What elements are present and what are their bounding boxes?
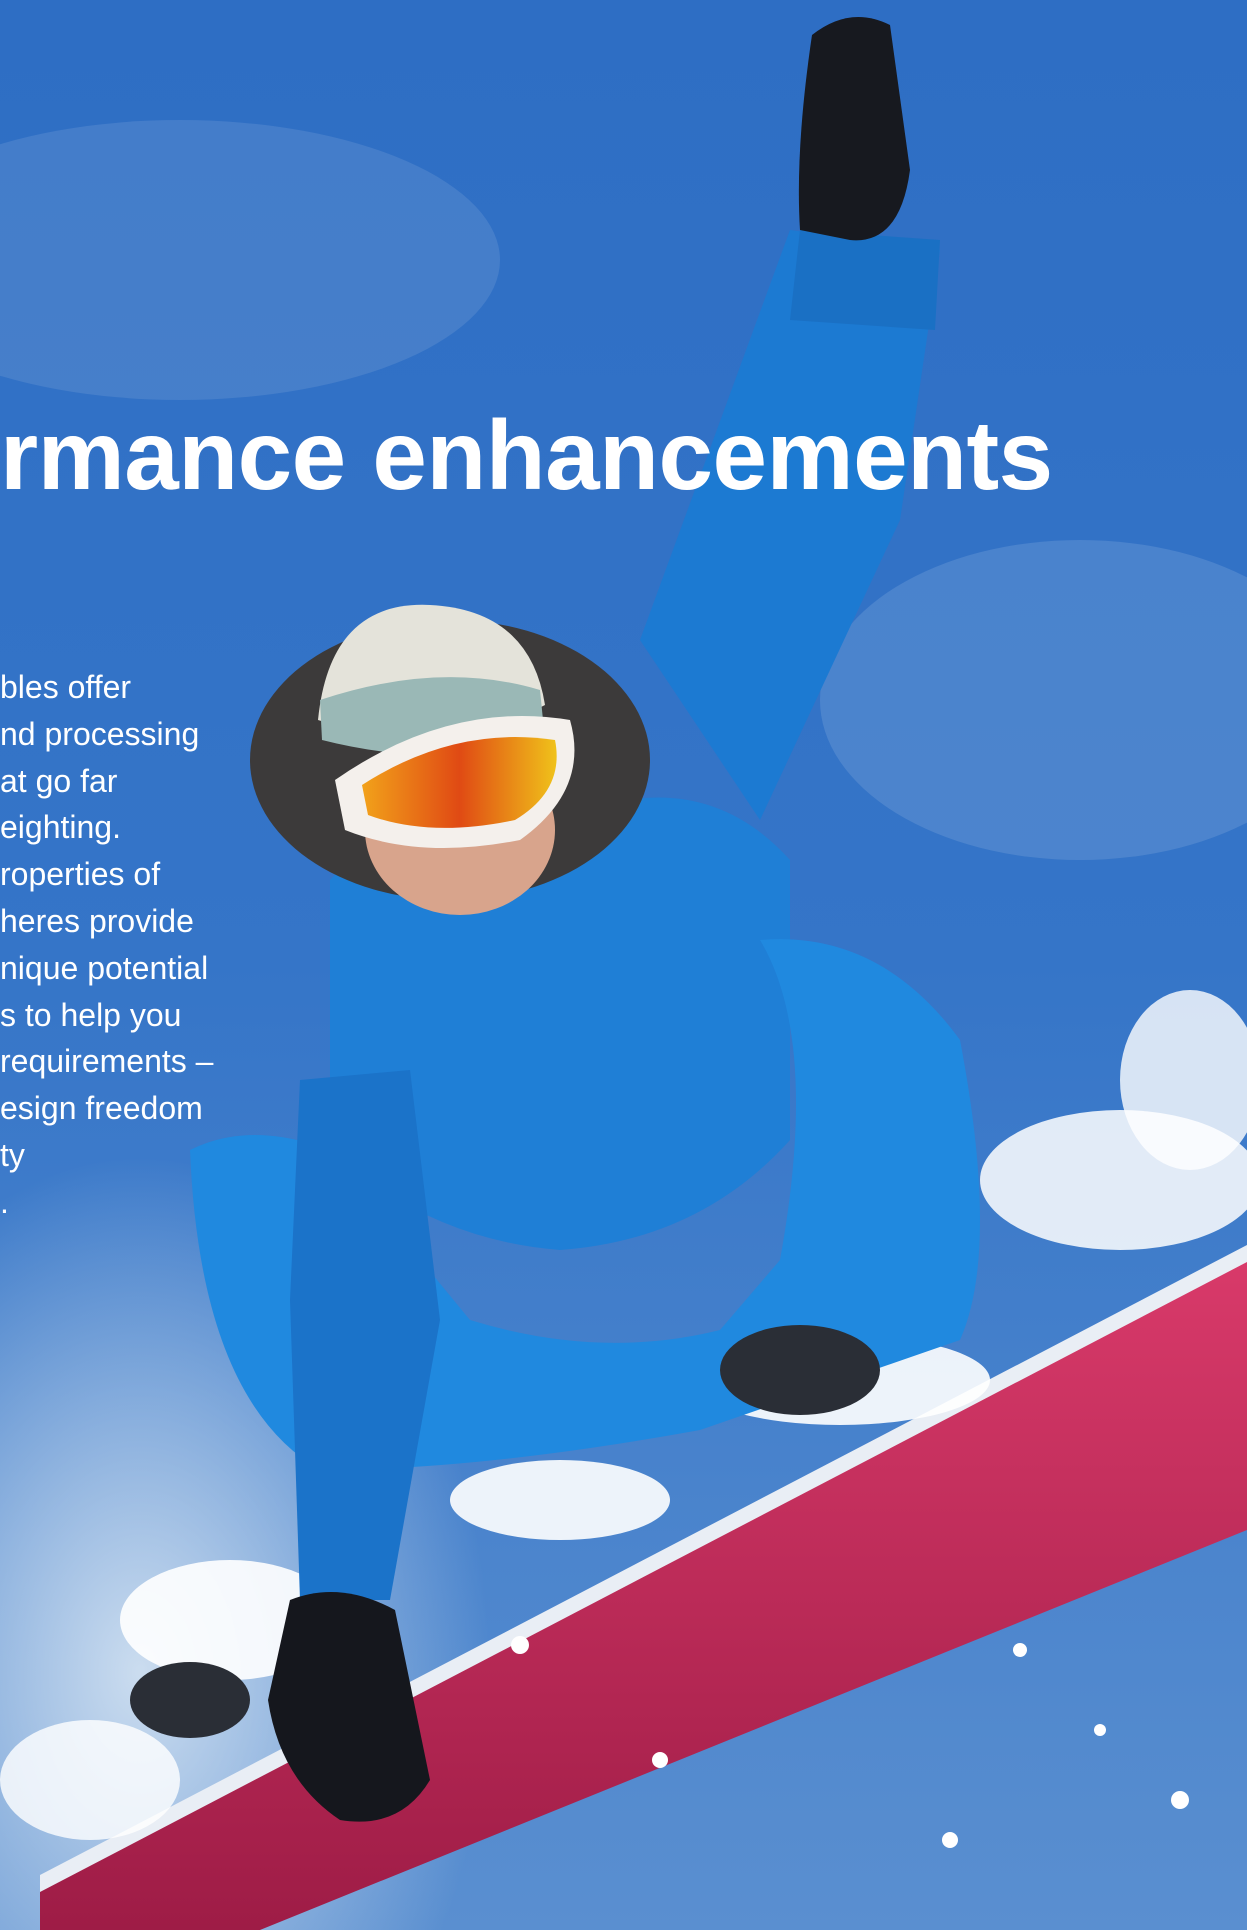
body-line: heres provide [0,902,194,939]
body-line: esign freedom [0,1090,203,1127]
body-line: nd processing [0,715,200,752]
body-line: nique potential [0,949,209,986]
body-line: bles offer [0,669,132,705]
body-paragraph: bles offer nd processing at go far eight… [0,664,213,1226]
raised-glove [798,17,910,241]
boot [720,1325,880,1415]
raised-arm-cuff [790,230,940,330]
body-line: s to help you [0,996,182,1033]
body-line: eighting. [0,809,121,846]
body-line: roperties of [0,856,161,893]
body-line: ty [0,1136,25,1173]
body-line: at go far [0,762,118,799]
section-heading: rmance enhancements [0,400,1053,510]
body-line: . [0,1183,9,1220]
body-line: requirements – [0,1043,214,1080]
boot [130,1662,250,1738]
